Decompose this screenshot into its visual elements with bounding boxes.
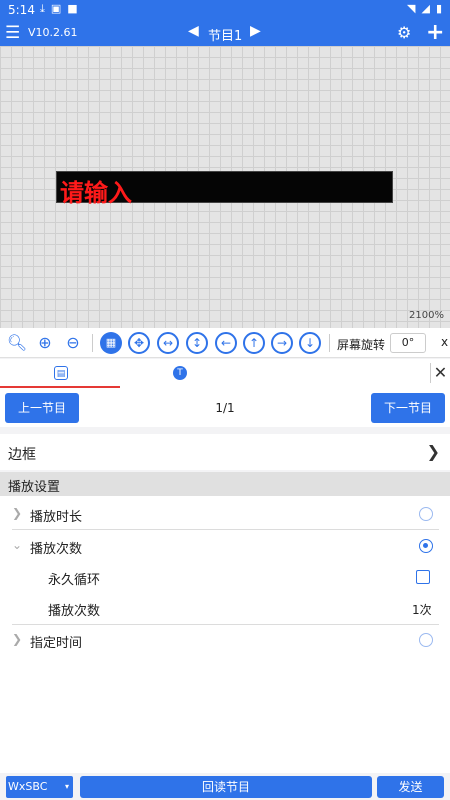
playback-settings: ❯ 播放时长 ⌄ 播放次数 永久循环 播放次数 1次 ❯ 指定时间 xyxy=(0,496,450,773)
chevron-down-icon: ⌄ xyxy=(12,538,23,552)
move-all-icon[interactable]: ✥ xyxy=(128,332,150,354)
scheduled-time-row[interactable]: ❯ 指定时间 xyxy=(0,624,450,656)
move-right-icon[interactable]: → xyxy=(271,332,293,354)
play-count-radio[interactable] xyxy=(419,539,433,553)
stretch-vertical-icon[interactable]: ↕ xyxy=(186,332,208,354)
device-select[interactable]: WxSBC ▾ xyxy=(6,776,73,798)
play-duration-radio[interactable] xyxy=(419,507,433,521)
wifi-icon: ◥ xyxy=(407,2,416,15)
led-text: 请输入 xyxy=(60,179,132,207)
tab-program-properties-icon[interactable]: ▤ xyxy=(54,366,68,380)
play-duration-row[interactable]: ❯ 播放时长 xyxy=(0,498,450,530)
status-time: 5:14 xyxy=(8,3,35,17)
program-navigation: 上一节目 1/1 下一节目 xyxy=(0,389,450,427)
signal-icon: ◢ xyxy=(421,2,430,15)
zoom-in-icon[interactable]: ⊕ xyxy=(34,332,56,354)
settings-gear-icon[interactable]: ⚙ xyxy=(397,23,411,42)
active-tab-indicator xyxy=(0,386,120,388)
bottom-action-bar: WxSBC ▾ 回读节目 发送 xyxy=(0,773,450,800)
download-icon: ⤓ xyxy=(40,2,45,15)
chevron-right-icon: ❯ xyxy=(426,442,440,461)
menu-icon[interactable]: ☰ xyxy=(5,23,20,43)
caret-down-icon: ▾ xyxy=(64,782,69,791)
loop-forever-checkbox[interactable] xyxy=(416,570,430,584)
chevron-right-icon: ❯ xyxy=(12,506,23,520)
add-icon[interactable]: + xyxy=(426,20,444,45)
zoom-fit-icon[interactable]: 🔍︎ xyxy=(6,332,28,354)
grid-icon[interactable]: ▦ xyxy=(100,332,122,354)
zoom-out-icon[interactable]: ⊖ xyxy=(62,332,84,354)
move-up-icon[interactable]: ↑ xyxy=(243,332,265,354)
loop-forever-row[interactable]: 永久循环 xyxy=(0,561,450,593)
move-left-icon[interactable]: ← xyxy=(215,332,237,354)
chevron-right-icon: ❯ xyxy=(12,632,23,646)
stretch-horizontal-icon[interactable]: ↔ xyxy=(157,332,179,354)
app-version: V10.2.61 xyxy=(28,26,78,39)
led-text-area[interactable]: 请输入 xyxy=(56,171,393,207)
read-back-program-button[interactable]: 回读节目 xyxy=(80,776,372,798)
play-count-label: 播放次数 xyxy=(30,542,83,557)
program-title: 节目1 xyxy=(208,29,243,44)
scheduled-time-radio[interactable] xyxy=(419,633,433,647)
prev-program-arrow-icon[interactable]: ◀ xyxy=(188,23,199,39)
app-bar: ☰ V10.2.61 ◀ 节目1 ▶ ⚙ + xyxy=(0,20,450,46)
playback-settings-title: 播放设置 xyxy=(8,480,61,495)
loop-forever-label: 永久循环 xyxy=(48,573,101,588)
screen-rotate-label: 屏幕旋转 xyxy=(337,338,386,352)
play-duration-label: 播放时长 xyxy=(30,510,83,525)
property-tabs: ▤ T ✕ xyxy=(0,359,450,389)
send-button[interactable]: 发送 xyxy=(377,776,444,798)
edit-toolbar: 🔍︎ ⊕ ⊖ ▦ ✥ ↔ ↕ ← ↑ → ↓ 屏幕旋转 0° x xyxy=(0,328,450,358)
app-icon: ■ xyxy=(67,2,78,15)
zoom-level: 2100% xyxy=(409,310,444,321)
device-name: WxSBC xyxy=(8,780,48,793)
scheduled-time-label: 指定时间 xyxy=(30,636,83,651)
notification-icon: ▣ xyxy=(50,2,62,15)
toolbar-x-label[interactable]: x xyxy=(441,335,448,349)
play-count-value-row[interactable]: 播放次数 1次 xyxy=(0,592,450,624)
next-program-arrow-icon[interactable]: ▶ xyxy=(250,23,261,39)
status-bar: 5:14 ⤓ ▣ ■ ◥ ◢ ▮ xyxy=(0,0,450,20)
close-icon[interactable]: ✕ xyxy=(430,363,450,383)
play-count-sub-label: 播放次数 xyxy=(48,604,101,619)
move-down-icon[interactable]: ↓ xyxy=(299,332,321,354)
battery-icon: ▮ xyxy=(435,2,442,15)
playback-settings-header: 播放设置 xyxy=(0,472,450,496)
tab-text-properties-icon[interactable]: T xyxy=(173,366,187,380)
screen-rotate-input[interactable]: 0° xyxy=(390,333,426,353)
play-count-value[interactable]: 1次 xyxy=(412,601,432,618)
border-label: 边框 xyxy=(8,447,36,463)
play-count-row[interactable]: ⌄ 播放次数 xyxy=(0,530,450,562)
editor-canvas[interactable]: 请输入 2100% xyxy=(0,46,450,328)
next-program-button[interactable]: 下一节目 xyxy=(371,393,445,423)
border-setting-row[interactable]: 边框 ❯ xyxy=(0,434,450,470)
